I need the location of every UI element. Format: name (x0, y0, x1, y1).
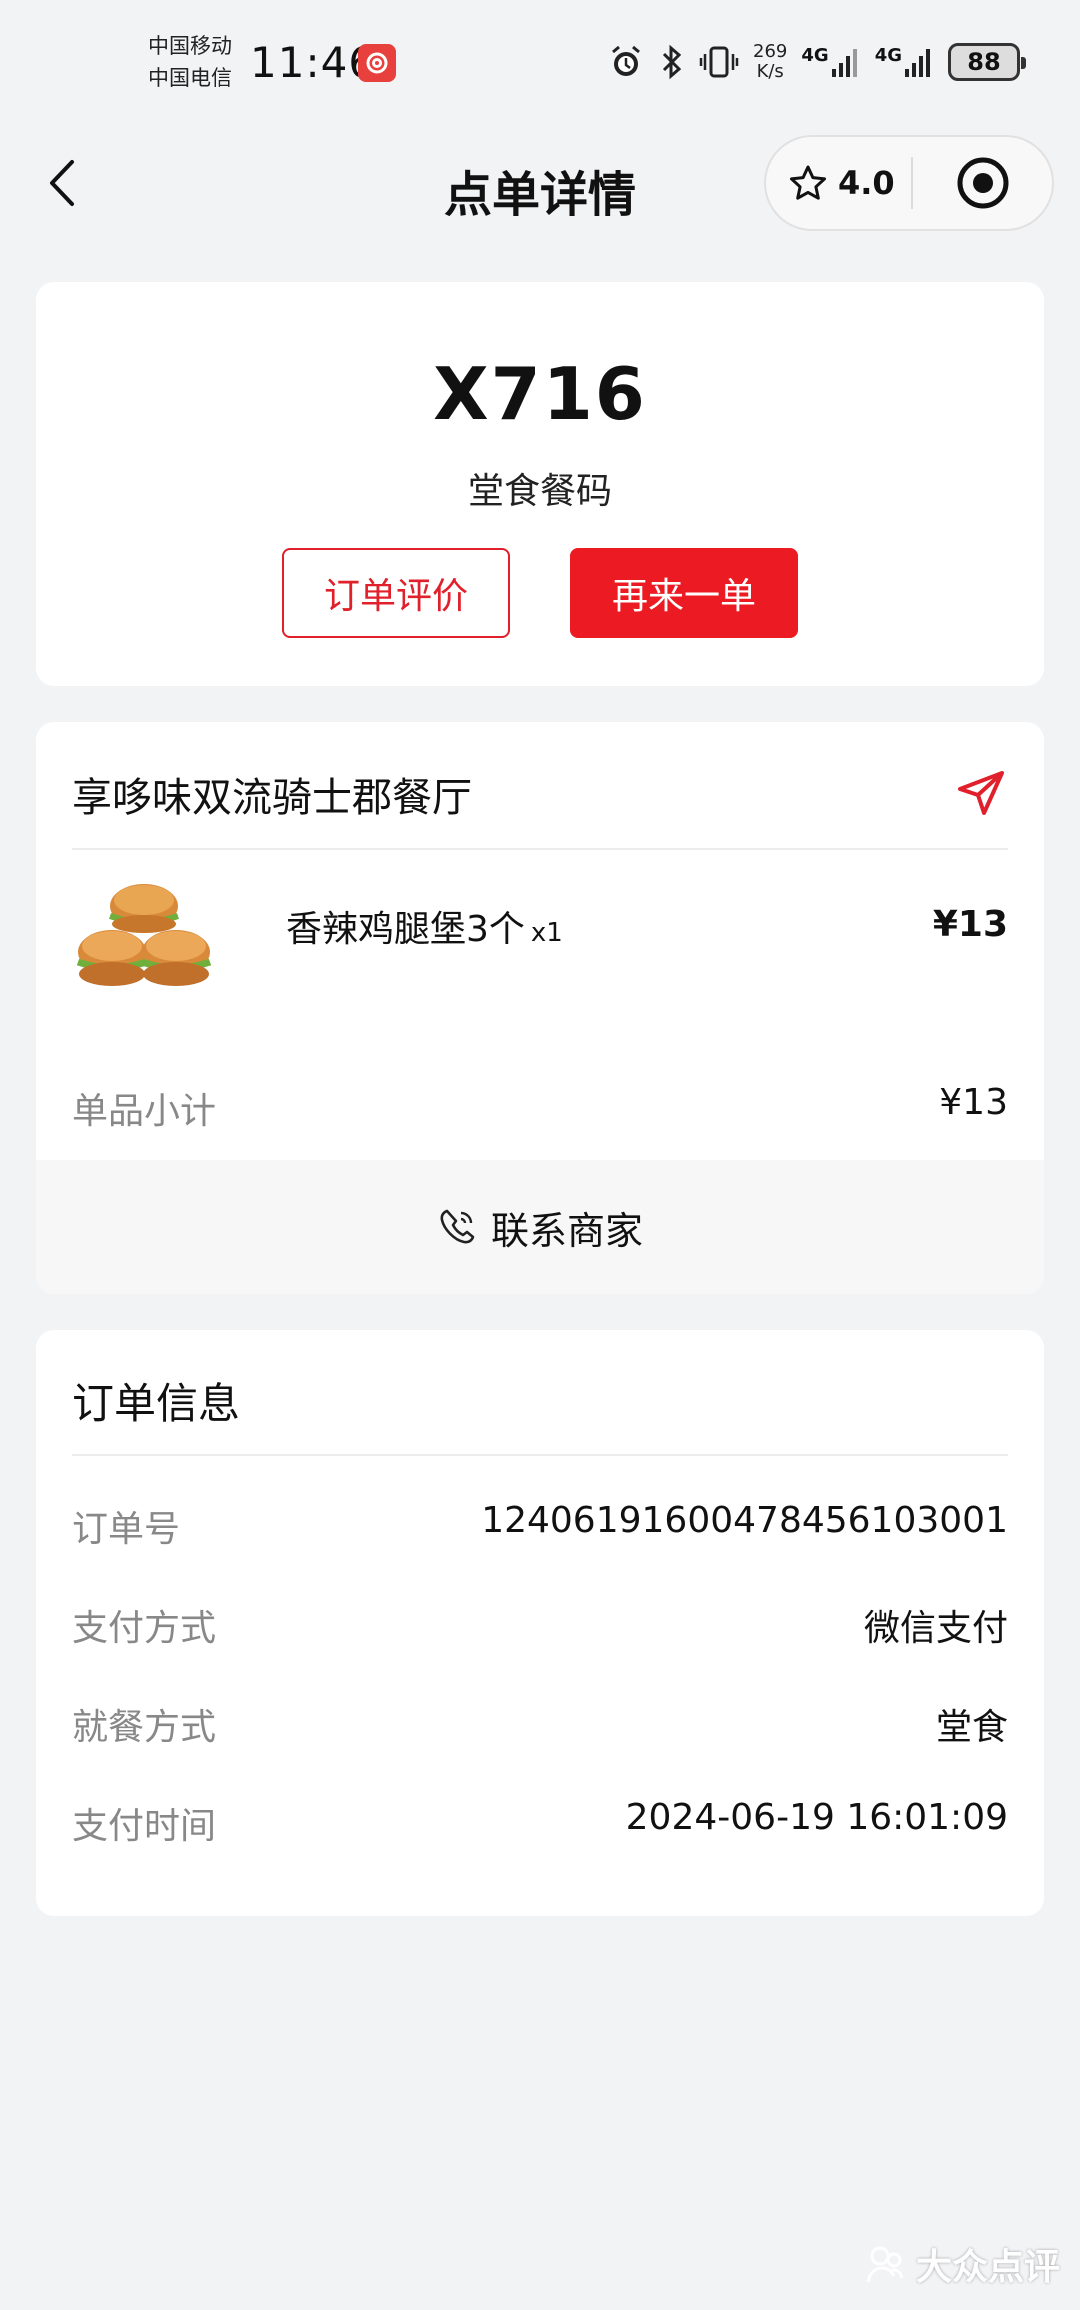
battery-level: 88 (967, 48, 1001, 76)
order-items-card: 享哆味双流骑士郡餐厅 香辣鸡腿堡3个 x1 ¥13 单品小计 ¥13 联系商家 (36, 722, 1044, 1294)
carrier-2: 中国电信 (148, 66, 232, 90)
review-order-button[interactable]: 订单评价 (282, 548, 510, 638)
subtotal-row: 单品小计 ¥13 (72, 1082, 1008, 1134)
watermark-text: 大众点评 (915, 2247, 1060, 2288)
signal-2: 4G (875, 45, 934, 79)
pickup-code: X716 (433, 352, 647, 436)
order-info-title: 订单信息 (72, 1379, 241, 1428)
network-type-1: 4G (801, 45, 829, 66)
status-icons: 269 K/s 4G 4G 88 (607, 40, 1026, 84)
rating-button[interactable]: 4.0 (766, 163, 911, 203)
watermark: 大众点评 (864, 2238, 1060, 2290)
shop-row[interactable]: 享哆味双流骑士郡餐厅 (72, 758, 1008, 830)
item-name-line: 香辣鸡腿堡3个 x1 (286, 900, 563, 952)
info-label: 支付时间 (72, 1806, 217, 1847)
dining-method: 堂食 (935, 1707, 1008, 1748)
net-speed: 269 K/s (753, 42, 787, 82)
info-label: 就餐方式 (72, 1707, 217, 1748)
alarm-icon (612, 45, 640, 76)
contact-merchant-button[interactable]: 联系商家 (36, 1160, 1044, 1294)
order-number[interactable]: 1240619160047845610300​1 (481, 1500, 1008, 1541)
app-notification-icon (358, 44, 396, 82)
info-row-order-number: 订单号 1240619160047845610300​1 (72, 1500, 1008, 1599)
mini-program-capsule: 4.0 (764, 135, 1054, 231)
nav-bar: 点单详情 4.0 (0, 125, 1080, 245)
rating-value: 4.0 (838, 164, 895, 202)
status-bar: 中国移动 中国电信 11:46 269 K/s 4G 4G 88 (0, 0, 1080, 120)
info-row-payment-method: 支付方式 微信支付 (72, 1599, 1008, 1698)
subtotal-value: ¥13 (939, 1082, 1008, 1123)
net-speed-value: 269 (753, 41, 788, 62)
pickup-code-card: X716 堂食餐码 订单评价 再来一单 (36, 282, 1044, 686)
bluetooth-icon (662, 44, 682, 80)
dianping-logo-icon (866, 2246, 904, 2283)
star-icon (790, 165, 826, 200)
battery-icon: 88 (948, 43, 1026, 81)
carrier-1: 中国移动 (148, 34, 232, 58)
order-info-list: 订单号 1240619160047845610300​1 支付方式 微信支付 就… (72, 1500, 1008, 1896)
contact-label: 联系商家 (490, 1208, 643, 1253)
item-name: 香辣鸡腿堡3个 (286, 909, 525, 950)
network-type-2: 4G (874, 45, 902, 66)
vibrate-icon (699, 46, 739, 78)
payment-time: 2024-06-19 16:01:09 (625, 1797, 1008, 1838)
info-row-payment-time: 支付时间 2024-06-19 16:01:09 (72, 1797, 1008, 1896)
shop-divider (72, 848, 1008, 850)
signal-icon (905, 49, 930, 77)
order-item: 香辣鸡腿堡3个 x1 ¥13 (72, 870, 1008, 1000)
item-price: ¥13 (932, 904, 1008, 945)
target-icon (957, 157, 1008, 209)
signal-icon (831, 49, 857, 77)
navigation-icon[interactable] (954, 767, 1008, 821)
carrier-info: 中国移动 中国电信 (148, 30, 232, 94)
shop-name: 享哆味双流骑士郡餐厅 (72, 775, 472, 821)
signal-1: 4G (801, 45, 860, 79)
item-quantity: x1 (530, 918, 563, 948)
order-info-card: 订单信息 订单号 1240619160047845610300​1 支付方式 微… (36, 1330, 1044, 1916)
info-divider (72, 1454, 1008, 1456)
close-miniprogram-button[interactable] (913, 155, 1052, 211)
info-row-dining-method: 就餐方式 堂食 (72, 1698, 1008, 1797)
payment-method: 微信支付 (863, 1608, 1008, 1649)
subtotal-label: 单品小计 (72, 1091, 217, 1132)
burger-image (76, 884, 212, 986)
info-label: 订单号 (72, 1509, 181, 1550)
info-label: 支付方式 (72, 1608, 217, 1649)
phone-icon (440, 1209, 475, 1244)
net-speed-unit: K/s (756, 61, 784, 82)
pickup-label: 堂食餐码 (467, 471, 612, 512)
reorder-button[interactable]: 再来一单 (570, 548, 798, 638)
